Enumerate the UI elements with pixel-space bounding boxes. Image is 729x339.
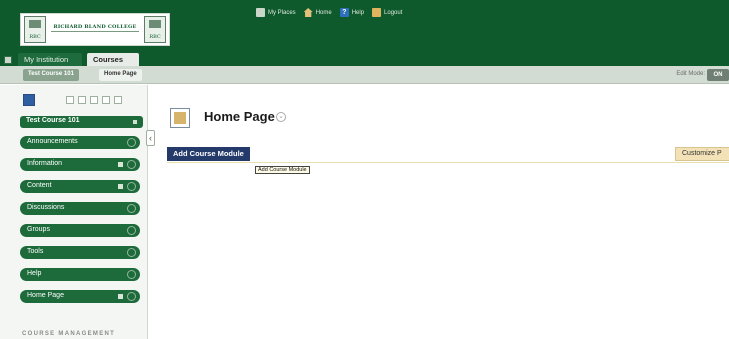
detail-view-icon[interactable]	[90, 96, 98, 104]
page-options-chevron-icon[interactable]: ⌄	[276, 112, 286, 122]
logout-link[interactable]: Logout	[372, 8, 402, 17]
page-icon	[170, 108, 190, 128]
sidebar-item-content[interactable]: Content	[20, 180, 140, 193]
edit-mode-label: Edit Mode:	[676, 71, 705, 77]
chevron-down-icon[interactable]	[127, 248, 136, 257]
course-menu-options-icon[interactable]	[133, 120, 137, 124]
home-icon	[303, 8, 313, 17]
course-management-label: COURSE MANAGEMENT	[22, 331, 116, 337]
sidebar-item-label: Discussions	[27, 204, 65, 211]
seal-text: RBC	[149, 34, 161, 40]
home-label: Home	[315, 9, 332, 16]
sidebar-item-label: Information	[27, 160, 63, 167]
folder-view-icon[interactable]	[66, 96, 74, 104]
college-name: RICHARD BLAND COLLEGE	[53, 24, 137, 30]
sidebar-item-label: Content	[27, 182, 52, 189]
sidebar-item-groups[interactable]: Groups	[20, 224, 140, 237]
logout-icon	[372, 8, 382, 17]
help-icon: ?	[339, 8, 349, 17]
content-indicator-icon	[118, 162, 123, 167]
tabs-toggle-icon[interactable]	[4, 56, 12, 64]
seal-text: RBC	[29, 34, 41, 40]
sidebar-item-tools[interactable]: Tools	[20, 246, 140, 259]
chevron-down-icon[interactable]	[127, 204, 136, 213]
top-navigation: My Places Home ? Help Logout	[256, 8, 402, 17]
home-link[interactable]: Home	[303, 8, 332, 17]
content-indicator-icon	[118, 184, 123, 189]
my-places-link[interactable]: My Places	[256, 8, 296, 17]
home-page-indicator-icon	[118, 294, 123, 299]
sidebar-item-help[interactable]: Help	[20, 268, 140, 281]
sidebar-item-label: Help	[27, 270, 42, 277]
refresh-icon[interactable]	[102, 96, 110, 104]
edit-mode-toggle[interactable]: ON	[707, 69, 729, 81]
sidebar-item-label: Groups	[27, 226, 50, 233]
chevron-down-icon[interactable]	[127, 226, 136, 235]
college-logo[interactable]: RBC RICHARD BLAND COLLEGE RBC	[20, 13, 170, 46]
tab-courses[interactable]: Courses	[87, 53, 139, 66]
breadcrumb-course[interactable]: Test Course 101	[23, 69, 79, 81]
sidebar-toolbar	[23, 93, 141, 107]
help-link[interactable]: ? Help	[339, 8, 365, 17]
tab-bar: My Institution Courses	[0, 52, 729, 66]
sidebar-item-label: Announcements	[27, 138, 78, 145]
sidebar-item-discussions[interactable]: Discussions	[20, 202, 140, 215]
sidebar-item-information[interactable]: Information	[20, 158, 140, 171]
course-menu-header[interactable]: Test Course 101	[20, 116, 143, 128]
sidebar-item-label: Tools	[27, 248, 44, 255]
chevron-down-icon[interactable]	[127, 160, 136, 169]
sidebar-item-announcements[interactable]: Announcements	[20, 136, 140, 149]
divider	[167, 162, 729, 163]
college-seal-icon-right: RBC	[144, 16, 166, 43]
sidebar-item-home-page[interactable]: Home Page	[20, 290, 140, 303]
main-content: Home Page ⌄ Add Course Module Customize …	[158, 90, 729, 339]
customize-page-button[interactable]: Customize P	[675, 147, 729, 161]
course-menu-title: Test Course 101	[26, 117, 80, 124]
chevron-down-icon[interactable]	[127, 292, 136, 301]
header: RBC RICHARD BLAND COLLEGE RBC My Places …	[0, 0, 729, 52]
chevron-down-icon[interactable]	[127, 270, 136, 279]
breadcrumb: Test Course 101 Home Page Edit Mode: ON	[0, 66, 729, 84]
breadcrumb-home-page: Home Page	[99, 69, 142, 81]
college-seal-icon: RBC	[24, 16, 46, 43]
help-label: Help	[351, 9, 365, 16]
add-course-module-button[interactable]: Add Course Module	[167, 147, 250, 161]
page-title: Home Page	[204, 109, 275, 124]
tab-my-institution[interactable]: My Institution	[18, 53, 82, 66]
sidebar-collapse-handle[interactable]: ‹	[146, 130, 155, 146]
list-view-icon[interactable]	[78, 96, 86, 104]
sort-icon[interactable]	[114, 96, 122, 104]
chevron-down-icon[interactable]	[127, 182, 136, 191]
my-places-label: My Places	[268, 9, 296, 16]
add-menu-item-icon[interactable]	[23, 94, 35, 106]
sidebar-item-label: Home Page	[27, 292, 64, 299]
logo-divider	[51, 31, 139, 32]
chevron-down-icon[interactable]	[127, 138, 136, 147]
tooltip: Add Course Module	[255, 166, 310, 174]
places-icon	[256, 8, 265, 17]
course-sidebar: Test Course 101 Announcements Informatio…	[0, 85, 148, 339]
logout-label: Logout	[384, 9, 403, 16]
